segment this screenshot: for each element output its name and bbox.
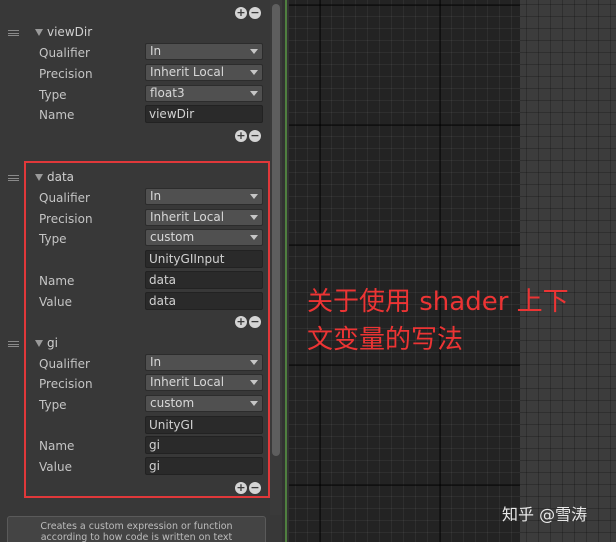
dropdown-caret-icon (250, 49, 258, 54)
data-add-remove: + − (235, 316, 261, 328)
drag-handle-icon[interactable] (8, 175, 19, 181)
add-icon[interactable]: + (235, 7, 247, 19)
inspector-scrollbar[interactable] (270, 0, 282, 515)
dropdown-caret-icon (250, 194, 258, 199)
foldout-arrow-icon[interactable] (35, 340, 43, 347)
remove-icon[interactable]: − (249, 130, 261, 142)
qualifier-dropdown[interactable]: In (145, 354, 263, 371)
scrollbar-thumb[interactable] (272, 4, 280, 456)
add-icon[interactable]: + (235, 482, 247, 494)
annotation-line: 文变量的写法 (307, 325, 464, 355)
group-title: data (47, 170, 75, 184)
node-description: Creates a custom expression or function … (7, 516, 266, 542)
qualifier-label: Qualifier (39, 46, 90, 60)
dropdown-caret-icon (250, 360, 258, 365)
type-label: Type (39, 232, 67, 246)
dropdown-caret-icon (250, 235, 258, 240)
remove-icon[interactable]: − (249, 7, 261, 19)
qualifier-value: In (150, 44, 162, 58)
custom-type-field[interactable]: UnityGIInput (145, 250, 263, 268)
dropdown-caret-icon (250, 70, 258, 75)
value-label: Value (39, 295, 72, 309)
name-field[interactable]: gi (145, 436, 263, 454)
group-title: viewDir (47, 25, 93, 39)
precision-value: Inherit Local (150, 210, 225, 224)
add-icon[interactable]: + (235, 316, 247, 328)
drag-handle-icon[interactable] (8, 341, 19, 347)
add-icon[interactable]: + (235, 130, 247, 142)
precision-dropdown[interactable]: Inherit Local (145, 209, 263, 226)
type-dropdown[interactable]: custom (145, 229, 263, 246)
value-label: Value (39, 460, 72, 474)
type-dropdown[interactable]: custom (145, 395, 263, 412)
qualifier-label: Qualifier (39, 357, 90, 371)
group-title: gi (47, 336, 58, 350)
type-value: custom (150, 396, 195, 410)
remove-icon[interactable]: − (249, 316, 261, 328)
description-line: Creates a custom expression or function (40, 521, 233, 532)
dropdown-caret-icon (250, 91, 258, 96)
top-add-remove: + − (235, 7, 261, 19)
qualifier-label: Qualifier (39, 191, 90, 205)
viewdir-add-remove: + − (235, 130, 261, 142)
type-label: Type (39, 88, 67, 102)
type-label: Type (39, 398, 67, 412)
dropdown-caret-icon (250, 380, 258, 385)
foldout-arrow-icon[interactable] (35, 29, 43, 36)
precision-dropdown[interactable]: Inherit Local (145, 64, 263, 81)
precision-label: Precision (39, 377, 93, 391)
qualifier-dropdown[interactable]: In (145, 188, 263, 205)
panel-divider[interactable] (282, 0, 289, 542)
precision-dropdown[interactable]: Inherit Local (145, 374, 263, 391)
name-field[interactable]: viewDir (145, 105, 263, 123)
custom-expression-inspector: + − viewDir Qualifier In Precision Inher… (0, 0, 282, 542)
precision-label: Precision (39, 67, 93, 81)
name-label: Name (39, 274, 75, 288)
dropdown-caret-icon (250, 401, 258, 406)
remove-icon[interactable]: − (249, 482, 261, 494)
foldout-arrow-icon[interactable] (35, 174, 43, 181)
type-value: float3 (150, 86, 185, 100)
precision-value: Inherit Local (150, 65, 225, 79)
precision-label: Precision (39, 212, 93, 226)
type-value: custom (150, 230, 195, 244)
value-field[interactable]: gi (145, 457, 263, 475)
precision-value: Inherit Local (150, 375, 225, 389)
watermark: 知乎 @雪涛 (502, 505, 588, 524)
graph-node-area (520, 0, 616, 542)
value-field[interactable]: data (145, 292, 263, 310)
type-dropdown[interactable]: float3 (145, 85, 263, 102)
name-label: Name (39, 108, 75, 122)
annotation-line: 关于使用 shader 上下 (307, 287, 569, 317)
annotation-text: 关于使用 shader 上下 文变量的写法 (307, 283, 607, 359)
custom-type-field[interactable]: UnityGI (145, 416, 263, 434)
name-label: Name (39, 439, 75, 453)
qualifier-value: In (150, 189, 162, 203)
gi-add-remove: + − (235, 482, 261, 494)
dropdown-caret-icon (250, 215, 258, 220)
qualifier-dropdown[interactable]: In (145, 43, 263, 60)
qualifier-value: In (150, 355, 162, 369)
drag-handle-icon[interactable] (8, 30, 19, 36)
name-field[interactable]: data (145, 271, 263, 289)
description-line: according to how code is written on text (40, 532, 233, 542)
